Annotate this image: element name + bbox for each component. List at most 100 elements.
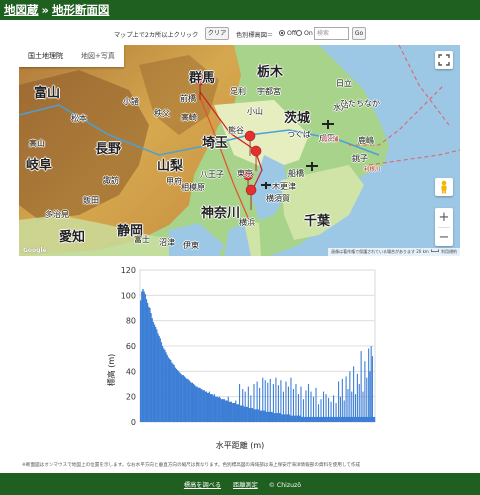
- elevation-bar[interactable]: [169, 359, 172, 422]
- street-view-button[interactable]: [435, 178, 453, 196]
- elevation-spike[interactable]: [335, 403, 337, 422]
- elevation-spike[interactable]: [364, 361, 366, 422]
- elevation-bar[interactable]: [151, 318, 153, 422]
- elevation-bar[interactable]: [164, 349, 166, 422]
- chart-bars[interactable]: [140, 289, 376, 422]
- elevation-bar[interactable]: [140, 300, 142, 422]
- elevation-spike[interactable]: [292, 389, 295, 422]
- fullscreen-button[interactable]: [435, 51, 453, 69]
- elevation-bar[interactable]: [158, 335, 160, 422]
- elevation-bar[interactable]: [263, 410, 265, 422]
- elevation-bar[interactable]: [251, 408, 254, 422]
- elevation-bar[interactable]: [165, 352, 167, 422]
- elevation-off-radio[interactable]: [279, 30, 285, 36]
- elevation-bar[interactable]: [328, 416, 331, 422]
- elevation-bar[interactable]: [214, 396, 217, 422]
- elevation-bar[interactable]: [186, 378, 188, 422]
- elevation-bar[interactable]: [157, 333, 159, 422]
- elevation-bar[interactable]: [326, 416, 328, 422]
- elevation-bar[interactable]: [324, 416, 326, 422]
- elevation-bar[interactable]: [201, 389, 203, 422]
- elevation-spike[interactable]: [312, 396, 315, 422]
- map-attribution[interactable]: 画像は著作権で保護されている場合があります 20 km ┗━━┛ 利用規約: [328, 248, 460, 256]
- tab-gsi-map[interactable]: 国土地理院: [19, 45, 72, 67]
- site-home-link[interactable]: 地図蔵: [4, 3, 39, 17]
- elevation-spike[interactable]: [280, 380, 282, 422]
- elevation-bar[interactable]: [187, 378, 189, 422]
- elevation-bar[interactable]: [154, 327, 157, 422]
- elevation-spike[interactable]: [275, 377, 277, 422]
- elevation-spike[interactable]: [315, 387, 317, 422]
- elevation-bar[interactable]: [236, 404, 239, 422]
- elevation-bar[interactable]: [197, 387, 199, 422]
- zoom-in-button[interactable]: +: [435, 208, 453, 227]
- elevation-bar[interactable]: [220, 399, 222, 422]
- elevation-spike[interactable]: [185, 381, 187, 422]
- elevation-bar[interactable]: [163, 348, 165, 422]
- elevation-on-radio[interactable]: [296, 30, 302, 36]
- elevation-spike[interactable]: [269, 378, 271, 422]
- tab-map-photo[interactable]: 地図+写真: [72, 45, 124, 67]
- elevation-bar[interactable]: [221, 399, 224, 422]
- elevation-bar[interactable]: [167, 357, 169, 422]
- elevation-bar[interactable]: [296, 415, 299, 422]
- elevation-spike[interactable]: [349, 371, 351, 422]
- elevation-bar[interactable]: [216, 396, 218, 422]
- elevation-spike[interactable]: [223, 399, 226, 422]
- elevation-bar[interactable]: [179, 372, 181, 422]
- elevation-spike[interactable]: [310, 391, 312, 422]
- elevation-spike[interactable]: [322, 391, 325, 422]
- elevation-bar[interactable]: [156, 329, 158, 422]
- elevation-bar[interactable]: [141, 291, 143, 422]
- elevation-spike[interactable]: [320, 399, 322, 422]
- elevation-spike[interactable]: [354, 394, 357, 422]
- elevation-bar[interactable]: [228, 401, 231, 422]
- elevation-bar[interactable]: [202, 390, 204, 422]
- elevation-spike[interactable]: [307, 384, 310, 422]
- elevation-spike[interactable]: [368, 348, 370, 422]
- elevation-spike[interactable]: [218, 396, 221, 422]
- elevation-spike[interactable]: [244, 391, 246, 422]
- elevation-spike[interactable]: [300, 386, 302, 422]
- elevation-bar[interactable]: [260, 410, 263, 422]
- elevation-spike[interactable]: [356, 373, 358, 422]
- elevation-bar[interactable]: [160, 342, 163, 422]
- elevation-spike[interactable]: [317, 404, 320, 422]
- elevation-bar[interactable]: [257, 409, 259, 422]
- elevation-spike[interactable]: [208, 391, 211, 422]
- elevation-spike[interactable]: [256, 381, 258, 422]
- elevation-spike[interactable]: [277, 385, 279, 422]
- go-button[interactable]: Go: [352, 27, 366, 40]
- elevation-bar[interactable]: [142, 289, 144, 422]
- elevation-bar[interactable]: [195, 386, 197, 422]
- elevation-bar[interactable]: [232, 403, 234, 422]
- elevation-spike[interactable]: [353, 366, 355, 422]
- elevation-spike[interactable]: [193, 385, 195, 422]
- page-title[interactable]: 地形断面図: [52, 3, 110, 17]
- elevation-bar[interactable]: [233, 403, 235, 422]
- elevation-bar[interactable]: [166, 354, 168, 422]
- elevation-spike[interactable]: [235, 400, 237, 422]
- elevation-spike[interactable]: [250, 395, 252, 422]
- elevation-spike[interactable]: [345, 376, 347, 422]
- elevation-bar[interactable]: [173, 365, 175, 422]
- elevation-bar[interactable]: [225, 400, 227, 422]
- elevation-spike[interactable]: [371, 356, 373, 422]
- elevation-bar[interactable]: [281, 414, 284, 422]
- elevation-spike[interactable]: [333, 395, 335, 422]
- elevation-bar[interactable]: [168, 358, 171, 422]
- elevation-spike[interactable]: [362, 391, 364, 422]
- elevation-spike[interactable]: [358, 384, 360, 422]
- elevation-spike[interactable]: [247, 386, 249, 422]
- elevation-spike[interactable]: [305, 390, 307, 422]
- elevation-bar[interactable]: [150, 313, 152, 422]
- elevation-spike[interactable]: [282, 391, 284, 422]
- elevation-bar[interactable]: [146, 302, 149, 422]
- elevation-spike[interactable]: [227, 396, 229, 422]
- elevation-bar[interactable]: [148, 306, 150, 422]
- elevation-bar[interactable]: [217, 396, 219, 422]
- elevation-spike[interactable]: [272, 384, 274, 422]
- elevation-spike[interactable]: [295, 384, 297, 422]
- elevation-bar[interactable]: [174, 367, 176, 422]
- elevation-bar[interactable]: [205, 391, 208, 422]
